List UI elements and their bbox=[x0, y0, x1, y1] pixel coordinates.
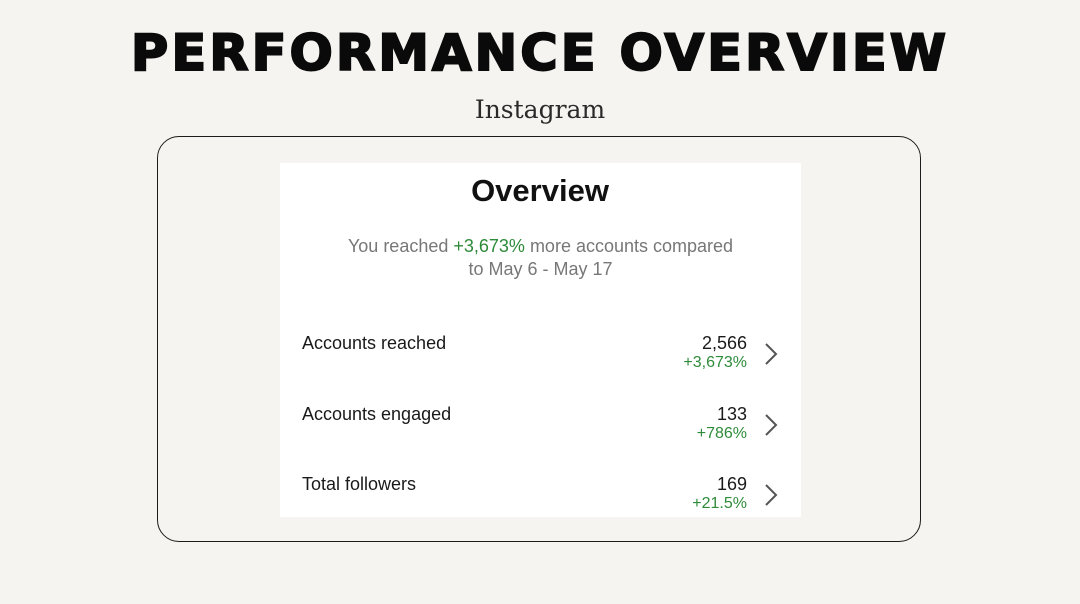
row-label: Accounts engaged bbox=[302, 404, 452, 424]
chevron-right-icon bbox=[765, 484, 778, 506]
summary-suffix: more accounts compared bbox=[524, 236, 734, 256]
row-value: 169 bbox=[716, 474, 747, 494]
row-value: 2,566 bbox=[701, 333, 747, 353]
row-label: Accounts reached bbox=[302, 333, 447, 353]
row-change: +21.5% bbox=[692, 495, 747, 512]
page-title: PERFORMANCE OVERVIEW bbox=[130, 23, 950, 83]
overview-title: Overview bbox=[471, 173, 609, 208]
row-change: +786% bbox=[696, 425, 747, 442]
chevron-right-icon bbox=[765, 343, 778, 365]
summary-prefix: You reached bbox=[347, 236, 454, 256]
summary-line-2: to May 6 - May 17 bbox=[468, 259, 613, 279]
summary-line-1: You reached +3,673% more accounts compar… bbox=[280, 235, 801, 258]
row-value: 133 bbox=[716, 404, 747, 424]
summary-highlight: +3,673% bbox=[453, 236, 525, 256]
row-change: +3,673% bbox=[683, 354, 747, 371]
row-label: Total followers bbox=[302, 474, 417, 494]
accounts-engaged-row[interactable]: Accounts engaged 133 +786% bbox=[280, 402, 801, 452]
chevron-right-icon bbox=[765, 414, 778, 436]
overview-summary: You reached +3,673% more accounts compar… bbox=[280, 235, 801, 281]
page-subtitle: Instagram bbox=[474, 95, 606, 124]
total-followers-row[interactable]: Total followers 169 +21.5% bbox=[280, 472, 801, 522]
accounts-reached-row[interactable]: Accounts reached 2,566 +3,673% bbox=[280, 331, 801, 381]
